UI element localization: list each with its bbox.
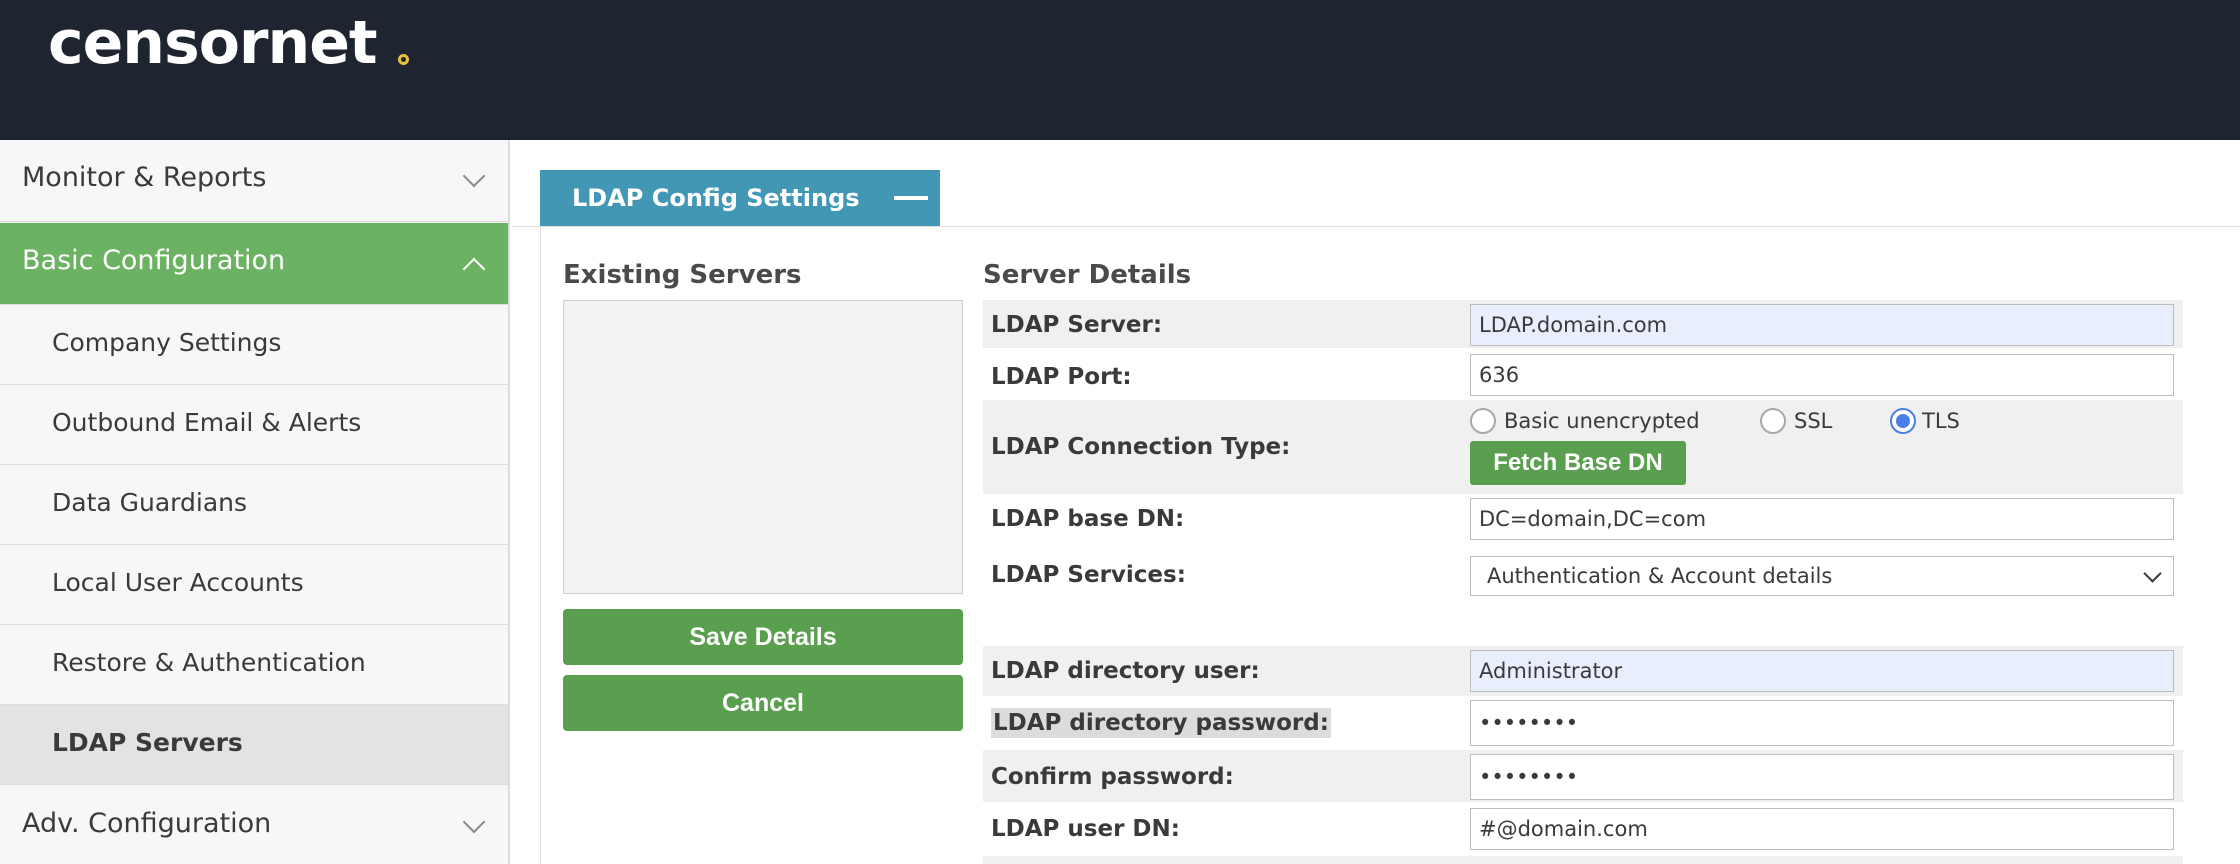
base-dn-label: LDAP base DN: — [991, 506, 1185, 532]
cancel-button[interactable]: Cancel — [563, 675, 963, 731]
radio-label-tls: TLS — [1922, 409, 1960, 433]
panel-divider — [512, 226, 2240, 227]
chevron-down-icon — [2143, 564, 2162, 583]
server-details-heading: Server Details — [983, 260, 1192, 290]
sidebar-item-ldap-servers[interactable]: LDAP Servers — [0, 705, 508, 785]
ldap-services-value: Authentication & Account details — [1487, 564, 1833, 588]
panel-left-border — [540, 226, 541, 864]
sidebar-item-outbound-email-alerts[interactable]: Outbound Email & Alerts — [0, 385, 508, 465]
sidebar-section-basic-configuration[interactable]: Basic Configuration — [0, 223, 508, 305]
confirm-password-label: Confirm password: — [991, 764, 1234, 790]
sidebar-item-label: Company Settings — [52, 328, 282, 357]
ldap-services-select[interactable]: Authentication & Account details — [1470, 556, 2174, 596]
sidebar-item-label: Data Guardians — [52, 488, 248, 517]
existing-servers-list[interactable] — [563, 300, 963, 594]
row-next-partial — [983, 856, 2183, 864]
directory-password-label: LDAP directory password: — [991, 708, 1331, 738]
directory-user-label: LDAP directory user: — [991, 658, 1260, 684]
sidebar-item-label: Outbound Email & Alerts — [52, 408, 362, 437]
collapse-icon[interactable] — [894, 196, 928, 200]
chevron-down-icon — [462, 810, 486, 834]
radio-ssl[interactable] — [1760, 408, 1786, 434]
sidebar-item-local-user-accounts[interactable]: Local User Accounts — [0, 545, 508, 625]
radio-label-basic-unencrypted: Basic unencrypted — [1504, 409, 1700, 433]
sidebar-item-restore-authentication[interactable]: Restore & Authentication — [0, 625, 508, 705]
radio-basic-unencrypted[interactable] — [1470, 408, 1496, 434]
save-details-button[interactable]: Save Details — [563, 609, 963, 665]
ldap-services-label: LDAP Services: — [991, 562, 1186, 588]
sidebar-item-label: Local User Accounts — [52, 568, 304, 597]
panel-title: LDAP Config Settings — [572, 184, 860, 212]
radio-label-ssl: SSL — [1794, 409, 1833, 433]
fetch-base-dn-button[interactable]: Fetch Base DN — [1470, 441, 1686, 485]
directory-password-input[interactable]: •••••••• — [1470, 700, 2174, 746]
ldap-server-label: LDAP Server: — [991, 312, 1163, 338]
sidebar-item-label: LDAP Servers — [52, 728, 243, 757]
chevron-up-icon — [462, 257, 486, 281]
user-dn-label: LDAP user DN: — [991, 816, 1180, 842]
user-dn-input[interactable]: #@domain.com — [1470, 808, 2174, 850]
ldap-port-label: LDAP Port: — [991, 364, 1132, 390]
connection-type-label: LDAP Connection Type: — [991, 434, 1291, 460]
existing-servers-heading: Existing Servers — [563, 260, 802, 290]
sidebar-item-data-guardians[interactable]: Data Guardians — [0, 465, 508, 545]
sidebar-section-label: Basic Configuration — [22, 245, 286, 276]
sidebar-section-adv-configuration[interactable]: Adv. Configuration — [0, 786, 508, 864]
sidebar-section-label: Adv. Configuration — [22, 808, 272, 839]
confirm-password-input[interactable]: •••••••• — [1470, 754, 2174, 800]
panel-header-ldap-config[interactable]: LDAP Config Settings — [540, 170, 940, 226]
chevron-down-icon — [462, 164, 486, 188]
directory-user-input[interactable]: Administrator — [1470, 650, 2174, 692]
ldap-server-input[interactable]: LDAP.domain.com — [1470, 304, 2174, 346]
ldap-port-input[interactable]: 636 — [1470, 354, 2174, 396]
sidebar-item-label: Restore & Authentication — [52, 648, 366, 677]
censornet-logo[interactable]: censornet — [48, 8, 378, 78]
top-header: censornet — [0, 0, 2240, 140]
base-dn-input[interactable]: DC=domain,DC=com — [1470, 498, 2174, 540]
sidebar-item-company-settings[interactable]: Company Settings — [0, 305, 508, 385]
radio-tls[interactable] — [1890, 408, 1916, 434]
sidebar: Monitor & Reports Basic Configuration Co… — [0, 140, 510, 864]
logo-dot-icon — [398, 54, 409, 65]
sidebar-section-label: Monitor & Reports — [22, 162, 267, 193]
sidebar-section-monitor-reports[interactable]: Monitor & Reports — [0, 140, 508, 222]
